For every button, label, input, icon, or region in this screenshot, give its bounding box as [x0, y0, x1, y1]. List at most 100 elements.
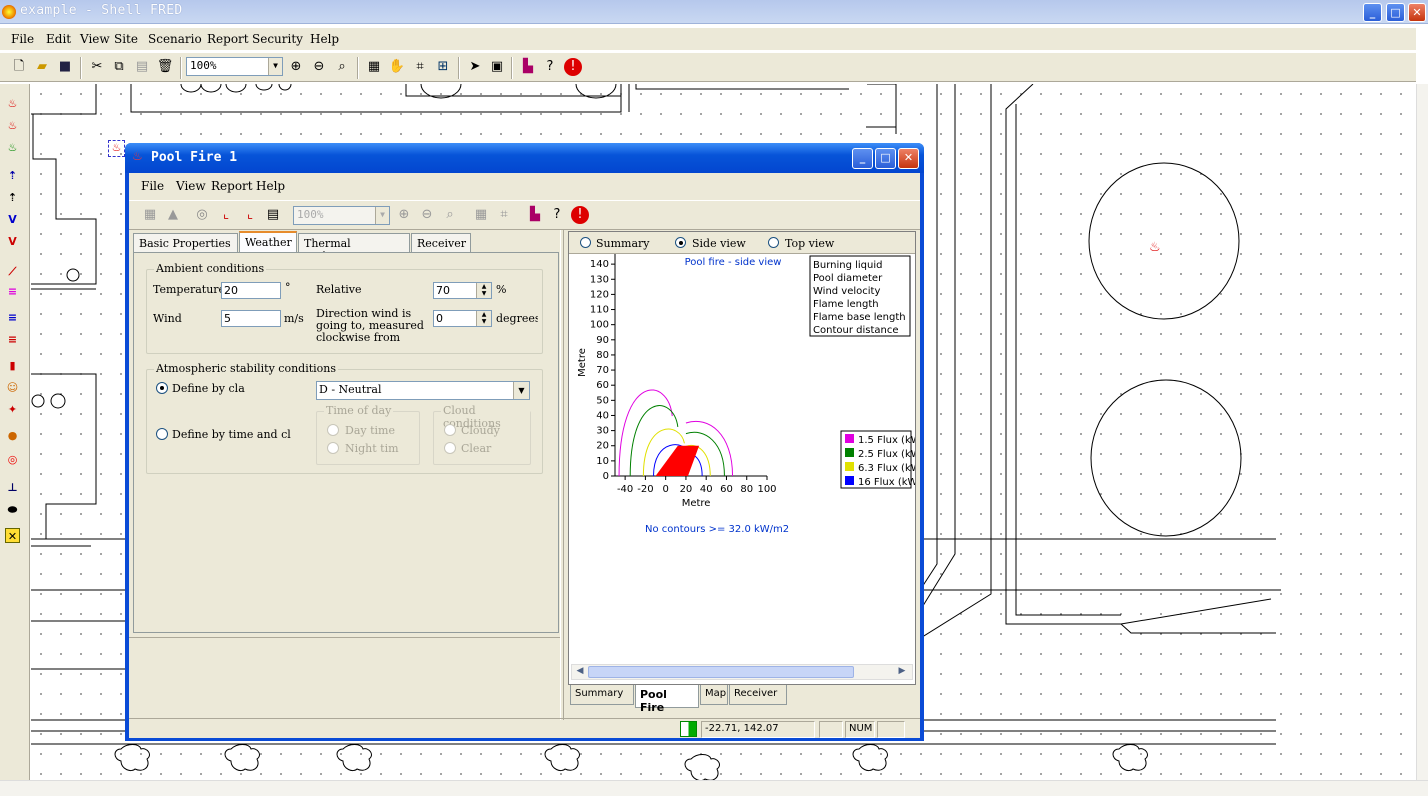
- define-by-class-radio[interactable]: [156, 382, 168, 394]
- menu-view[interactable]: View: [80, 32, 110, 46]
- save-icon[interactable]: ■: [56, 58, 74, 76]
- grid-icon[interactable]: ▦: [365, 58, 383, 76]
- vertical-scrollbar[interactable]: [1416, 84, 1428, 780]
- vent-tool-icon[interactable]: V: [5, 212, 20, 227]
- menu-report[interactable]: Report: [207, 32, 249, 46]
- menu-site[interactable]: Site: [114, 32, 138, 46]
- bottom-tab-pool-fire[interactable]: Pool Fire: [635, 685, 699, 714]
- cloudy-radio[interactable]: [444, 424, 456, 436]
- clear-radio[interactable]: [444, 442, 456, 454]
- bottom-tab-map[interactable]: Map: [700, 685, 728, 705]
- paste-icon[interactable]: ▤: [133, 58, 151, 76]
- calculator-icon[interactable]: ▦: [141, 206, 159, 224]
- fireball-tool-icon[interactable]: ♨: [5, 140, 20, 155]
- ignition-tool-icon[interactable]: ✦: [5, 402, 20, 417]
- jet-fire-tool-icon[interactable]: ♨: [5, 118, 20, 133]
- pool-fire-marker-icon[interactable]: ♨: [108, 140, 125, 157]
- new-file-icon[interactable]: 🗋: [10, 58, 28, 76]
- minimize-button[interactable]: _: [1363, 3, 1382, 22]
- spinner-arrows-icon[interactable]: ▲ ▼: [476, 283, 491, 298]
- temperature-input[interactable]: 20: [221, 282, 281, 299]
- measure-icon[interactable]: ⌗: [411, 58, 429, 76]
- dialog-menu-report[interactable]: Report: [211, 179, 253, 193]
- sensor-tool-icon[interactable]: ⊥: [5, 480, 20, 495]
- target-tool-icon[interactable]: ◎: [5, 452, 20, 467]
- menu-edit[interactable]: Edit: [46, 32, 71, 46]
- summary-view-radio[interactable]: [580, 237, 591, 248]
- scroll-thumb[interactable]: [588, 666, 854, 678]
- stability-class-select[interactable]: D - Neutral ▼: [316, 381, 530, 400]
- dialog-measure-icon[interactable]: ⌗: [495, 206, 513, 224]
- night-time-radio[interactable]: [327, 442, 339, 454]
- dialog-maximize-button[interactable]: □: [875, 148, 896, 169]
- zoom-icon[interactable]: ⌕: [333, 58, 351, 76]
- tank-tool-icon[interactable]: ▮: [5, 358, 20, 373]
- receiver-tool-icon[interactable]: ●: [5, 428, 20, 443]
- help-icon[interactable]: ?: [541, 58, 559, 76]
- chevron-down-icon[interactable]: ▼: [375, 207, 389, 224]
- dialog-menu-view[interactable]: View: [176, 179, 206, 193]
- dialog-menu-file[interactable]: File: [141, 179, 164, 193]
- maximize-button[interactable]: □: [1386, 3, 1405, 22]
- tab-weather[interactable]: Weather: [239, 231, 297, 253]
- zoom-out-icon[interactable]: ⊖: [310, 58, 328, 76]
- barrier-tool-icon[interactable]: ≡: [5, 332, 20, 347]
- dispersion-tool-icon[interactable]: ≡: [5, 284, 20, 299]
- splitter[interactable]: [560, 230, 564, 720]
- menu-security[interactable]: Security: [252, 32, 303, 46]
- dialog-grid-icon[interactable]: ▦: [472, 206, 490, 224]
- fit-extent-icon[interactable]: ⊞: [434, 58, 452, 76]
- chart-horizontal-scrollbar[interactable]: ◀ ▶: [571, 664, 913, 680]
- chevron-down-icon[interactable]: ▼: [268, 58, 282, 75]
- spinner-arrows-icon[interactable]: ▲ ▼: [476, 311, 491, 326]
- top-view-radio[interactable]: [768, 237, 779, 248]
- chart-2-icon[interactable]: ⌞: [241, 206, 259, 224]
- chart-icon[interactable]: ⌞: [217, 206, 235, 224]
- cut-icon[interactable]: ✂: [88, 58, 106, 76]
- vertical-release-tool-icon[interactable]: ⇡: [5, 190, 20, 205]
- flame-shape-icon[interactable]: ▲: [164, 206, 182, 224]
- zoom-select[interactable]: 100% ▼: [186, 57, 283, 76]
- dialog-book-icon[interactable]: ▙: [526, 206, 544, 224]
- tank-fire-marker-icon[interactable]: ♨: [1149, 240, 1161, 255]
- dialog-alert-icon[interactable]: !: [571, 206, 589, 224]
- dialog-help-icon[interactable]: ?: [548, 206, 566, 224]
- properties-icon[interactable]: ▣: [488, 58, 506, 76]
- dialog-zoom-out-icon[interactable]: ⊖: [418, 206, 436, 224]
- menu-file[interactable]: File: [11, 32, 34, 46]
- vent-red-tool-icon[interactable]: V: [5, 234, 20, 249]
- scroll-left-icon[interactable]: ◀: [574, 666, 586, 678]
- line-tool-icon[interactable]: ≡: [5, 310, 20, 325]
- person-tool-icon[interactable]: ☺: [5, 380, 20, 395]
- define-by-time-radio[interactable]: [156, 428, 168, 440]
- zoom-in-icon[interactable]: ⊕: [287, 58, 305, 76]
- bottom-tab-summary[interactable]: Summary: [570, 685, 634, 705]
- select-pointer-icon[interactable]: ➤: [466, 58, 484, 76]
- dialog-zoom-in-icon[interactable]: ⊕: [395, 206, 413, 224]
- dialog-zoom-select[interactable]: 100% ▼: [293, 206, 390, 225]
- tab-receiver[interactable]: Receiver: [411, 233, 471, 252]
- horizontal-scrollbar[interactable]: [0, 780, 1428, 796]
- scroll-right-icon[interactable]: ▶: [896, 666, 908, 678]
- pool-fire-tool-icon[interactable]: ♨: [5, 96, 20, 111]
- dialog-menu-help[interactable]: Help: [256, 179, 285, 193]
- alert-icon[interactable]: !: [564, 58, 582, 76]
- copy-icon[interactable]: ⧉: [110, 58, 128, 76]
- target-icon[interactable]: ◎: [193, 206, 211, 224]
- day-time-radio[interactable]: [327, 424, 339, 436]
- release-tool-icon[interactable]: ⇡: [5, 168, 20, 183]
- close-button[interactable]: ✕: [1408, 3, 1426, 22]
- bottom-tab-receiver[interactable]: Receiver: [729, 685, 787, 705]
- pipe-tool-icon[interactable]: ⟋: [5, 264, 20, 279]
- dialog-minimize-button[interactable]: _: [852, 148, 873, 169]
- zone-tool-icon[interactable]: ✕: [5, 528, 20, 543]
- obstacle-tool-icon[interactable]: ⬬: [5, 502, 20, 517]
- report-icon[interactable]: ▤: [264, 206, 282, 224]
- book-icon[interactable]: ▙: [519, 58, 537, 76]
- pool-fire-title-bar[interactable]: ♨ Pool Fire 1 _ □ ✕: [125, 143, 924, 173]
- wind-speed-input[interactable]: 5: [221, 310, 281, 327]
- chevron-down-icon[interactable]: ▼: [513, 382, 529, 399]
- pan-hand-icon[interactable]: ✋: [388, 58, 406, 76]
- relative-humidity-stepper[interactable]: 70 ▲ ▼: [433, 282, 492, 299]
- wind-direction-stepper[interactable]: 0 ▲ ▼: [433, 310, 492, 327]
